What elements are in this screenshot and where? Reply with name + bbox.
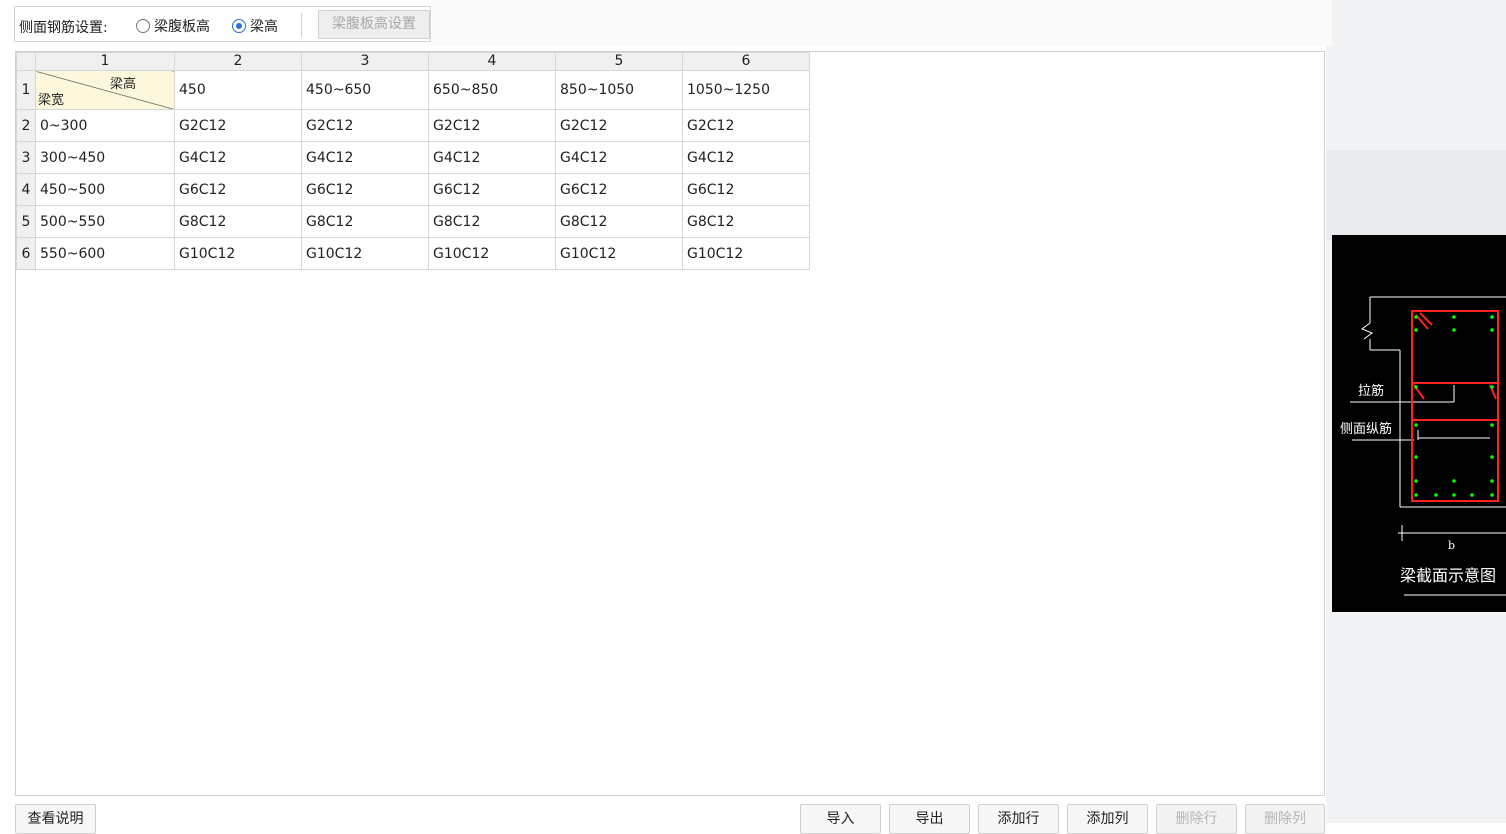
column-header[interactable]: 2 bbox=[174, 52, 302, 71]
table-cell[interactable]: 1050~1250 bbox=[682, 70, 810, 110]
corner-beam-height-label: 梁高 bbox=[109, 77, 136, 92]
column-header[interactable]: 3 bbox=[301, 52, 429, 71]
table-cell[interactable]: G6C12 bbox=[555, 173, 683, 206]
table-row: 1 梁高 梁宽 450 450~650 650~850 850~1050 105… bbox=[16, 70, 810, 110]
toolbar-divider bbox=[301, 13, 302, 37]
rebar-table-panel: 1 2 3 4 5 6 1 梁高 梁宽 450 450~650 650~850 … bbox=[15, 51, 1325, 796]
diagonal-corner-cell[interactable]: 梁高 梁宽 bbox=[35, 70, 175, 110]
radio-web-height[interactable]: 梁腹板高 bbox=[136, 16, 210, 36]
table-cell[interactable]: G8C12 bbox=[555, 205, 683, 238]
radio-beam-height[interactable]: 梁高 bbox=[232, 16, 278, 36]
table-cell[interactable]: G4C12 bbox=[301, 141, 429, 174]
row-number[interactable]: 3 bbox=[16, 141, 36, 174]
table-row: 3 300~450 G4C12 G4C12 G4C12 G4C12 G4C12 bbox=[16, 141, 810, 174]
table-cell[interactable]: G6C12 bbox=[428, 173, 556, 206]
column-header[interactable]: 1 bbox=[35, 52, 175, 71]
export-button[interactable]: 导出 bbox=[889, 804, 970, 834]
import-button[interactable]: 导入 bbox=[800, 804, 881, 834]
view-notes-button[interactable]: 查看说明 bbox=[15, 804, 96, 834]
table-cell[interactable]: G10C12 bbox=[174, 237, 302, 270]
table-cell[interactable]: G10C12 bbox=[301, 237, 429, 270]
table-cell[interactable]: 500~550 bbox=[35, 205, 175, 238]
table-cell[interactable]: G8C12 bbox=[301, 205, 429, 238]
corner-beam-width-label: 梁宽 bbox=[38, 93, 65, 108]
table-cell[interactable]: G2C12 bbox=[555, 109, 683, 142]
table-row: 5 500~550 G8C12 G8C12 G8C12 G8C12 G8C12 bbox=[16, 205, 810, 238]
table-cell[interactable]: G6C12 bbox=[682, 173, 810, 206]
table-cell[interactable]: G4C12 bbox=[555, 141, 683, 174]
delete-row-button[interactable]: 删除行 bbox=[1156, 804, 1237, 834]
corner-header-cell bbox=[16, 52, 36, 71]
delete-column-button[interactable]: 删除列 bbox=[1245, 804, 1325, 834]
side-bar-label: 侧面纵筋 bbox=[1340, 421, 1392, 437]
table-cell[interactable]: G6C12 bbox=[174, 173, 302, 206]
table-cell[interactable]: G6C12 bbox=[301, 173, 429, 206]
background-toolbar-strip bbox=[432, 0, 1332, 46]
rebar-table: 1 2 3 4 5 6 1 梁高 梁宽 450 450~650 650~850 … bbox=[16, 52, 810, 270]
row-number[interactable]: 6 bbox=[16, 237, 36, 270]
add-column-button[interactable]: 添加列 bbox=[1067, 804, 1148, 834]
table-row: 4 450~500 G6C12 G6C12 G6C12 G6C12 G6C12 bbox=[16, 173, 810, 206]
column-header[interactable]: 6 bbox=[682, 52, 810, 71]
column-header-row: 1 2 3 4 5 6 bbox=[16, 52, 810, 71]
row-number[interactable]: 5 bbox=[16, 205, 36, 238]
radio-web-height-indicator[interactable] bbox=[136, 19, 150, 33]
web-height-settings-button[interactable]: 梁腹板高设置 bbox=[318, 10, 430, 39]
table-cell[interactable]: 0~300 bbox=[35, 109, 175, 142]
row-number[interactable]: 1 bbox=[16, 70, 36, 110]
table-cell[interactable]: 300~450 bbox=[35, 141, 175, 174]
table-cell[interactable]: 450 bbox=[174, 70, 302, 110]
radio-web-height-label: 梁腹板高 bbox=[154, 19, 210, 35]
beam-section-diagram: 拉筋 侧面纵筋 b 梁截面示意图 bbox=[1332, 235, 1506, 612]
table-cell[interactable]: G4C12 bbox=[174, 141, 302, 174]
table-cell[interactable]: G10C12 bbox=[428, 237, 556, 270]
table-cell[interactable]: G2C12 bbox=[174, 109, 302, 142]
table-cell[interactable]: 650~850 bbox=[428, 70, 556, 110]
table-cell[interactable]: G10C12 bbox=[682, 237, 810, 270]
row-number[interactable]: 2 bbox=[16, 109, 36, 142]
row-number[interactable]: 4 bbox=[16, 173, 36, 206]
table-cell[interactable]: G8C12 bbox=[428, 205, 556, 238]
table-cell[interactable]: G4C12 bbox=[428, 141, 556, 174]
table-row: 6 550~600 G10C12 G10C12 G10C12 G10C12 G1… bbox=[16, 237, 810, 270]
radio-beam-height-indicator[interactable] bbox=[232, 19, 246, 33]
column-header[interactable]: 5 bbox=[555, 52, 683, 71]
table-cell[interactable]: G4C12 bbox=[682, 141, 810, 174]
table-cell[interactable]: G8C12 bbox=[174, 205, 302, 238]
table-cell[interactable]: G8C12 bbox=[682, 205, 810, 238]
table-cell[interactable]: 450~650 bbox=[301, 70, 429, 110]
table-cell[interactable]: G2C12 bbox=[682, 109, 810, 142]
diagram-caption: 梁截面示意图 bbox=[1400, 566, 1496, 585]
table-cell[interactable]: 550~600 bbox=[35, 237, 175, 270]
column-header[interactable]: 4 bbox=[428, 52, 556, 71]
table-cell[interactable]: G2C12 bbox=[301, 109, 429, 142]
add-row-button[interactable]: 添加行 bbox=[978, 804, 1059, 834]
table-cell[interactable]: G2C12 bbox=[428, 109, 556, 142]
radio-beam-height-label: 梁高 bbox=[250, 19, 278, 35]
side-rebar-settings-label: 侧面钢筋设置: bbox=[19, 20, 108, 36]
side-rebar-settings-bar: 侧面钢筋设置: 梁腹板高 梁高 梁腹板高设置 bbox=[14, 6, 431, 42]
table-cell[interactable]: 850~1050 bbox=[555, 70, 683, 110]
table-cell[interactable]: G10C12 bbox=[555, 237, 683, 270]
tie-bar-label: 拉筋 bbox=[1358, 383, 1384, 399]
table-cell[interactable]: 450~500 bbox=[35, 173, 175, 206]
width-b-label: b bbox=[1448, 539, 1455, 552]
table-row: 2 0~300 G2C12 G2C12 G2C12 G2C12 G2C12 bbox=[16, 109, 810, 142]
